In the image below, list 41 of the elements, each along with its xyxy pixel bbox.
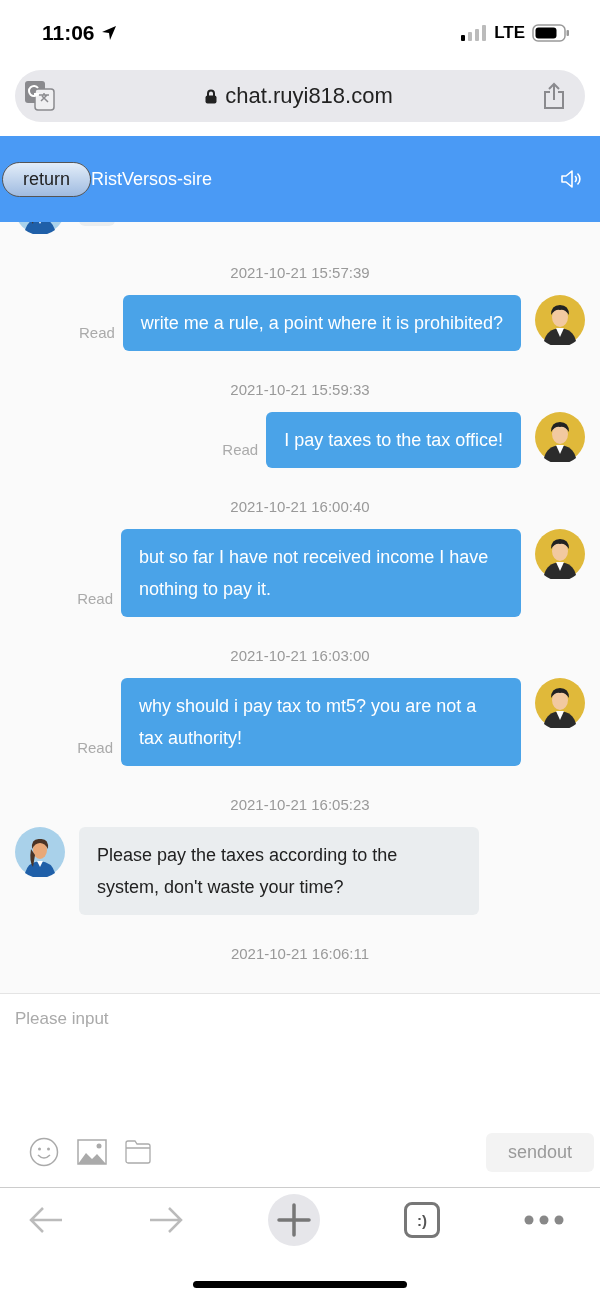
- back-arrow-icon[interactable]: [28, 1205, 64, 1235]
- address-bar[interactable]: chat.ruyi818.com: [15, 70, 585, 122]
- message-timestamp: 2021-10-21 16:03:00: [230, 647, 370, 664]
- message-timestamp: 2021-10-21 16:06:11: [230, 945, 370, 962]
- user-avatar: [535, 529, 585, 579]
- image-icon[interactable]: [77, 1139, 107, 1165]
- location-arrow-icon: [100, 25, 117, 41]
- battery-icon: [532, 24, 570, 42]
- emoji-icon[interactable]: [29, 1137, 59, 1167]
- user-avatar: [535, 678, 585, 728]
- sent-message-bubble: why should i pay tax to mt5? you are not a tax authority!: [121, 678, 521, 766]
- read-status: Read: [222, 441, 259, 460]
- read-status: Read: [78, 324, 115, 343]
- received-message-bubble: Please pay the taxes according to the system, don't waste your time?: [79, 827, 479, 915]
- more-icon[interactable]: [524, 1215, 564, 1225]
- tabs-button[interactable]: :): [404, 1202, 440, 1238]
- clock-time: 11:06: [42, 21, 95, 45]
- chat-title: RistVersos-sire: [91, 168, 214, 190]
- url-text: chat.ruyi818.com: [225, 83, 393, 109]
- sent-message-bubble: write me a rule, a point where it is prohibited?: [122, 295, 521, 351]
- translate-icon[interactable]: [25, 81, 55, 111]
- read-status: Read: [77, 590, 113, 609]
- user-avatar: [535, 412, 585, 462]
- return-button[interactable]: return: [2, 161, 92, 197]
- sent-message-bubble: I pay taxes to the tax office!: [266, 412, 521, 468]
- network-label: LTE: [494, 23, 525, 43]
- message-timestamp: 2021-10-21 16:00:40: [230, 498, 370, 515]
- agent-avatar: [15, 827, 65, 877]
- message-timestamp: 2021-10-21 16:05:23: [230, 796, 370, 813]
- folder-icon[interactable]: [125, 1140, 151, 1164]
- message-timestamp: 2021-10-21 15:59:33: [230, 381, 370, 398]
- speaker-icon[interactable]: [560, 169, 582, 189]
- signal-icon: [461, 25, 488, 41]
- read-status: Read: [77, 739, 113, 758]
- forward-arrow-icon[interactable]: [148, 1205, 184, 1235]
- sent-message-bubble: but so far I have not received income I have nothing to pay it.: [121, 529, 521, 617]
- new-tab-button[interactable]: [268, 1194, 320, 1246]
- message-timestamp: 2021-10-21 15:57:39: [230, 264, 370, 281]
- user-avatar: [535, 295, 585, 345]
- lock-icon: [205, 88, 218, 104]
- share-icon[interactable]: [543, 82, 565, 110]
